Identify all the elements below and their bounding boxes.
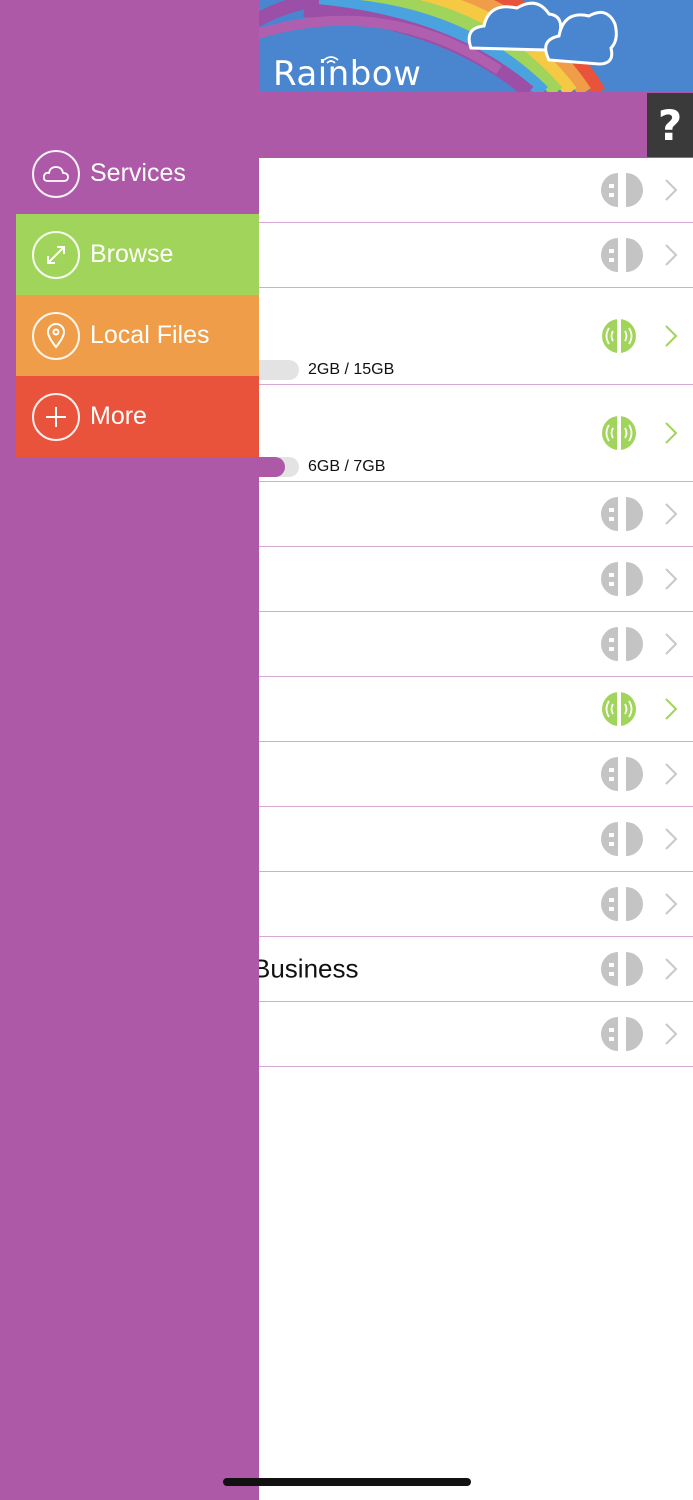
chevron-right-icon — [663, 826, 679, 852]
menu-item-label: Browse — [90, 240, 174, 268]
disconnected-plug-icon — [601, 172, 643, 208]
disconnected-plug-icon — [601, 561, 643, 597]
home-indicator — [223, 1478, 471, 1486]
help-button[interactable]: ? — [647, 93, 693, 157]
chevron-right-icon — [663, 323, 679, 349]
service-row[interactable]: Business — [253, 937, 693, 1002]
disconnected-plug-icon — [601, 496, 643, 532]
disconnected-plug-icon — [601, 626, 643, 662]
menu-item-label: More — [90, 402, 147, 430]
service-name: Business — [253, 953, 359, 984]
disconnected-plug-icon — [601, 1016, 643, 1052]
service-row[interactable] — [259, 223, 693, 288]
rainbow-banner: Rainbow — [259, 0, 693, 92]
service-row[interactable] — [259, 547, 693, 612]
side-menu: Services Browse Local Files More — [0, 0, 259, 1500]
disconnected-plug-icon — [601, 756, 643, 792]
expand-arrows-icon — [32, 230, 80, 279]
chevron-right-icon — [663, 631, 679, 657]
chevron-right-icon — [663, 420, 679, 446]
location-pin-icon — [32, 311, 80, 360]
service-row[interactable] — [259, 677, 693, 742]
menu-item-browse[interactable]: Browse — [16, 214, 259, 295]
storage-quota: 2GB / 15GB — [259, 360, 394, 380]
chevron-right-icon — [663, 761, 679, 787]
service-row[interactable] — [259, 742, 693, 807]
storage-quota: 6GB / 7GB — [259, 457, 385, 477]
service-row[interactable]: 2GB / 15GB — [259, 288, 693, 385]
chevron-right-icon — [663, 177, 679, 203]
quota-bar-fill — [259, 457, 285, 477]
chevron-right-icon — [663, 1021, 679, 1047]
chevron-right-icon — [663, 566, 679, 592]
menu-item-label: Services — [90, 159, 186, 187]
service-row[interactable] — [259, 158, 693, 223]
plus-icon — [32, 392, 80, 441]
app-title: Rainbow — [273, 54, 422, 92]
service-row[interactable] — [259, 872, 693, 937]
chevron-right-icon — [663, 501, 679, 527]
chevron-right-icon — [663, 891, 679, 917]
chevron-right-icon — [663, 242, 679, 268]
quota-bar — [259, 457, 299, 477]
quota-text: 2GB / 15GB — [308, 361, 395, 378]
menu-item-more[interactable]: More — [16, 376, 259, 457]
service-row[interactable] — [259, 612, 693, 677]
disconnected-plug-icon — [601, 886, 643, 922]
cloud-icon — [32, 149, 80, 198]
menu-item-local-files[interactable]: Local Files — [16, 295, 259, 376]
service-row[interactable]: 6GB / 7GB — [259, 385, 693, 482]
disconnected-plug-icon — [601, 821, 643, 857]
menu-item-services[interactable]: Services — [16, 133, 259, 214]
connected-plug-icon — [601, 691, 643, 727]
service-row[interactable] — [259, 1002, 693, 1067]
disconnected-plug-icon — [601, 237, 643, 273]
quota-text: 6GB / 7GB — [308, 458, 386, 475]
connected-plug-icon — [601, 318, 643, 354]
service-row[interactable] — [259, 482, 693, 547]
menu-item-label: Local Files — [90, 321, 210, 349]
chevron-right-icon — [663, 956, 679, 982]
service-row[interactable] — [259, 807, 693, 872]
nav-bar — [259, 92, 693, 158]
chevron-right-icon — [663, 696, 679, 722]
quota-bar — [259, 360, 299, 380]
disconnected-plug-icon — [601, 951, 643, 987]
connected-plug-icon — [601, 415, 643, 451]
